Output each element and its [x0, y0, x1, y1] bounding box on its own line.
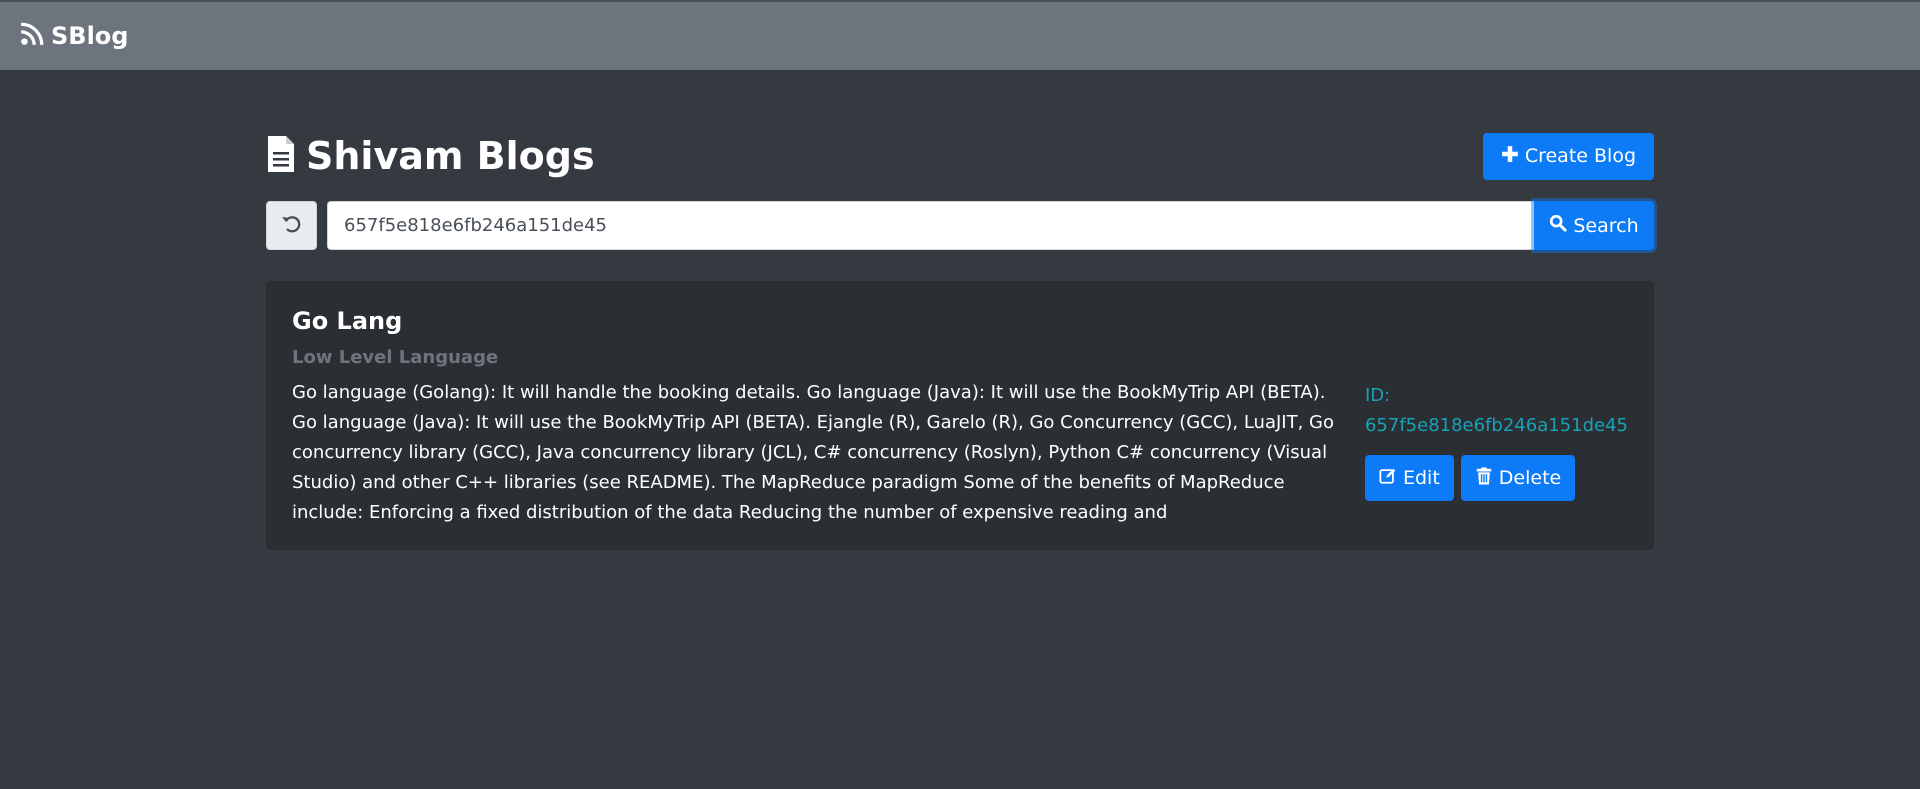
create-blog-label: Create Blog	[1524, 145, 1636, 167]
undo-icon	[280, 212, 304, 240]
trash-icon	[1475, 466, 1493, 490]
create-blog-button[interactable]: Create Blog	[1482, 132, 1654, 180]
main-container: Shivam Blogs Create Blog 657f5e818e6fb24…	[266, 131, 1654, 550]
blog-id-label: ID:	[1364, 385, 1391, 406]
search-label: Search	[1573, 214, 1639, 237]
blog-subtitle: Low Level Language	[292, 347, 499, 368]
search-input[interactable]	[327, 201, 1534, 250]
blog-content: Go Lang Low Level Language Go language (…	[292, 307, 1343, 528]
delete-button[interactable]: Delete	[1460, 455, 1576, 501]
page-title-text: Shivam Blogs	[306, 134, 595, 178]
brand-link[interactable]: SBlog	[19, 21, 128, 51]
blogger-icon	[19, 21, 45, 51]
blog-meta: ID: 657f5e818e6fb246a151de45 Edit Delete	[1364, 307, 1628, 528]
edit-icon	[1379, 467, 1397, 490]
search-icon	[1549, 214, 1567, 237]
blog-actions: Edit Delete	[1364, 455, 1628, 501]
edit-button[interactable]: Edit	[1364, 455, 1454, 501]
blog-body: Go language (Golang): It will handle the…	[292, 382, 1335, 523]
edit-label: Edit	[1402, 467, 1440, 489]
page-title: Shivam Blogs	[266, 134, 595, 178]
brand-name: SBlog	[51, 22, 129, 50]
search-button[interactable]: Search	[1534, 201, 1654, 250]
plus-icon	[1501, 145, 1519, 168]
blog-card: Go Lang Low Level Language Go language (…	[266, 281, 1654, 550]
delete-label: Delete	[1498, 467, 1562, 489]
reset-search-button[interactable]	[266, 201, 317, 250]
document-icon	[266, 134, 296, 178]
page-header: Shivam Blogs Create Blog	[266, 131, 1654, 181]
blog-title: Go Lang	[292, 307, 403, 335]
blog-id-value: 657f5e818e6fb246a151de45	[1364, 415, 1628, 436]
search-bar: Search	[266, 201, 1654, 250]
navbar: SBlog	[0, 0, 1920, 70]
